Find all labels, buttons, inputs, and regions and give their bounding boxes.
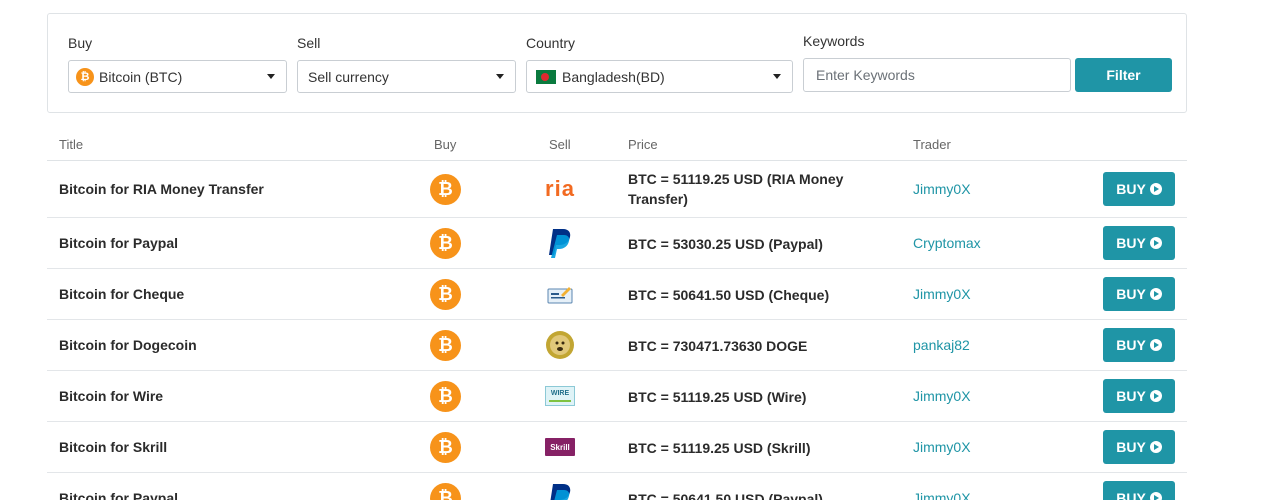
trader-link[interactable]: Jimmy0X xyxy=(913,181,971,197)
buy-currency-select[interactable]: ₿ Bitcoin (BTC) xyxy=(68,60,287,93)
buy-button-label: BUY xyxy=(1116,181,1146,197)
table-header: Title Buy Sell Price Trader xyxy=(47,132,1187,161)
trader-link[interactable]: Jimmy0X xyxy=(913,439,971,455)
table-row: Bitcoin for Wire ₿ WIRE BTC = 51119.25 U… xyxy=(47,371,1187,422)
trader-link[interactable]: Jimmy0X xyxy=(913,490,971,500)
ria-logo-icon: ria xyxy=(544,173,576,205)
table-row: Bitcoin for Paypal ₿ BTC = 50641.50 USD … xyxy=(47,473,1187,500)
buy-button[interactable]: BUY xyxy=(1103,172,1175,206)
skrill-logo-icon: Skrill xyxy=(544,431,576,463)
table-row: Bitcoin for Skrill ₿ Skrill BTC = 51119.… xyxy=(47,422,1187,473)
buy-currency-value: Bitcoin (BTC) xyxy=(99,68,183,85)
offers-table: Title Buy Sell Price Trader Bitcoin for … xyxy=(47,132,1187,500)
buy-button[interactable]: BUY xyxy=(1103,226,1175,260)
trader-link[interactable]: Jimmy0X xyxy=(913,286,971,302)
buy-button-label: BUY xyxy=(1116,439,1146,455)
buy-button[interactable]: BUY xyxy=(1103,379,1175,413)
buy-button-label: BUY xyxy=(1116,235,1146,251)
buy-button[interactable]: BUY xyxy=(1103,277,1175,311)
dogecoin-icon xyxy=(544,329,576,361)
arrow-right-circle-icon xyxy=(1149,183,1162,195)
table-row: Bitcoin for Cheque ₿ BTC = 50641.50 USD … xyxy=(47,269,1187,320)
bitcoin-icon: ₿ xyxy=(430,279,461,310)
country-value: Bangladesh(BD) xyxy=(562,68,665,85)
offer-price: BTC = 51119.25 USD (Wire) xyxy=(628,389,807,405)
bitcoin-icon: ₿ xyxy=(430,330,461,361)
arrow-right-circle-icon xyxy=(1149,339,1162,351)
country-select[interactable]: Bangladesh(BD) xyxy=(526,60,793,93)
paypal-logo-icon xyxy=(544,482,576,500)
bitcoin-icon: ₿ xyxy=(430,432,461,463)
buy-button-label: BUY xyxy=(1116,490,1146,500)
table-row: Bitcoin for Paypal ₿ BTC = 53030.25 USD … xyxy=(47,218,1187,269)
chevron-down-icon xyxy=(267,74,275,79)
column-header-sell: Sell xyxy=(549,137,571,152)
buy-button[interactable]: BUY xyxy=(1103,481,1175,500)
offer-title: Bitcoin for RIA Money Transfer xyxy=(59,181,264,197)
bitcoin-icon: ₿ xyxy=(430,483,461,500)
offer-price: BTC = 50641.50 USD (Cheque) xyxy=(628,287,830,303)
filter-button[interactable]: Filter xyxy=(1075,58,1172,92)
trader-link[interactable]: Cryptomax xyxy=(913,235,981,251)
paypal-logo-icon xyxy=(544,227,576,259)
buy-filter-label: Buy xyxy=(68,35,93,51)
offer-price: BTC = 50641.50 USD (Paypal) xyxy=(628,491,823,500)
buy-button-label: BUY xyxy=(1116,286,1146,302)
offer-title: Bitcoin for Skrill xyxy=(59,439,168,455)
column-header-trader: Trader xyxy=(913,137,951,152)
skrill-logo-text: Skrill xyxy=(550,442,570,452)
arrow-right-circle-icon xyxy=(1149,492,1162,500)
chevron-down-icon xyxy=(496,74,504,79)
offer-title: Bitcoin for Paypal xyxy=(59,490,179,500)
table-row: Bitcoin for RIA Money Transfer ₿ ria BTC… xyxy=(47,161,1187,218)
ria-logo-text: ria xyxy=(545,176,575,201)
bitcoin-icon: ₿ xyxy=(430,174,461,205)
offer-title: Bitcoin for Wire xyxy=(59,388,164,404)
arrow-right-circle-icon xyxy=(1149,390,1162,402)
keywords-filter-label: Keywords xyxy=(803,33,865,49)
table-row: Bitcoin for Dogecoin ₿ BTC = 730471.7363… xyxy=(47,320,1187,371)
keywords-input[interactable] xyxy=(803,58,1071,92)
bitcoin-icon: ₿ xyxy=(76,67,94,86)
offer-price: BTC = 51119.25 USD (Skrill) xyxy=(628,440,811,456)
offer-price: BTC = 730471.73630 DOGE xyxy=(628,338,808,354)
bitcoin-icon: ₿ xyxy=(430,381,461,412)
sell-currency-value: Sell currency xyxy=(308,68,389,85)
bangladesh-flag-icon xyxy=(536,69,556,84)
chevron-down-icon xyxy=(773,74,781,79)
column-header-title: Title xyxy=(59,137,84,152)
offer-price: BTC = 51119.25 USD (RIA Money Transfer) xyxy=(628,171,844,207)
sell-currency-select[interactable]: Sell currency xyxy=(297,60,516,93)
trader-link[interactable]: Jimmy0X xyxy=(913,388,971,404)
arrow-right-circle-icon xyxy=(1149,441,1162,453)
buy-button-label: BUY xyxy=(1116,337,1146,353)
arrow-right-circle-icon xyxy=(1149,237,1162,249)
buy-button[interactable]: BUY xyxy=(1103,328,1175,362)
trader-link[interactable]: pankaj82 xyxy=(913,337,970,353)
offer-title: Bitcoin for Paypal xyxy=(59,235,179,251)
column-header-buy: Buy xyxy=(434,137,457,152)
offer-title: Bitcoin for Dogecoin xyxy=(59,337,197,353)
bitcoin-icon: ₿ xyxy=(430,228,461,259)
sell-filter-label: Sell xyxy=(297,35,321,51)
offer-price: BTC = 53030.25 USD (Paypal) xyxy=(628,236,823,252)
wire-logo-text: WIRE xyxy=(550,390,570,397)
buy-button[interactable]: BUY xyxy=(1103,430,1175,464)
filter-panel: Buy ₿ Bitcoin (BTC) Sell Sell currency C… xyxy=(47,13,1187,113)
offer-title: Bitcoin for Cheque xyxy=(59,286,185,302)
buy-button-label: BUY xyxy=(1116,388,1146,404)
country-filter-label: Country xyxy=(526,35,576,51)
column-header-price: Price xyxy=(628,137,658,152)
arrow-right-circle-icon xyxy=(1149,288,1162,300)
cheque-icon xyxy=(544,278,576,310)
wire-transfer-icon: WIRE xyxy=(544,380,576,412)
